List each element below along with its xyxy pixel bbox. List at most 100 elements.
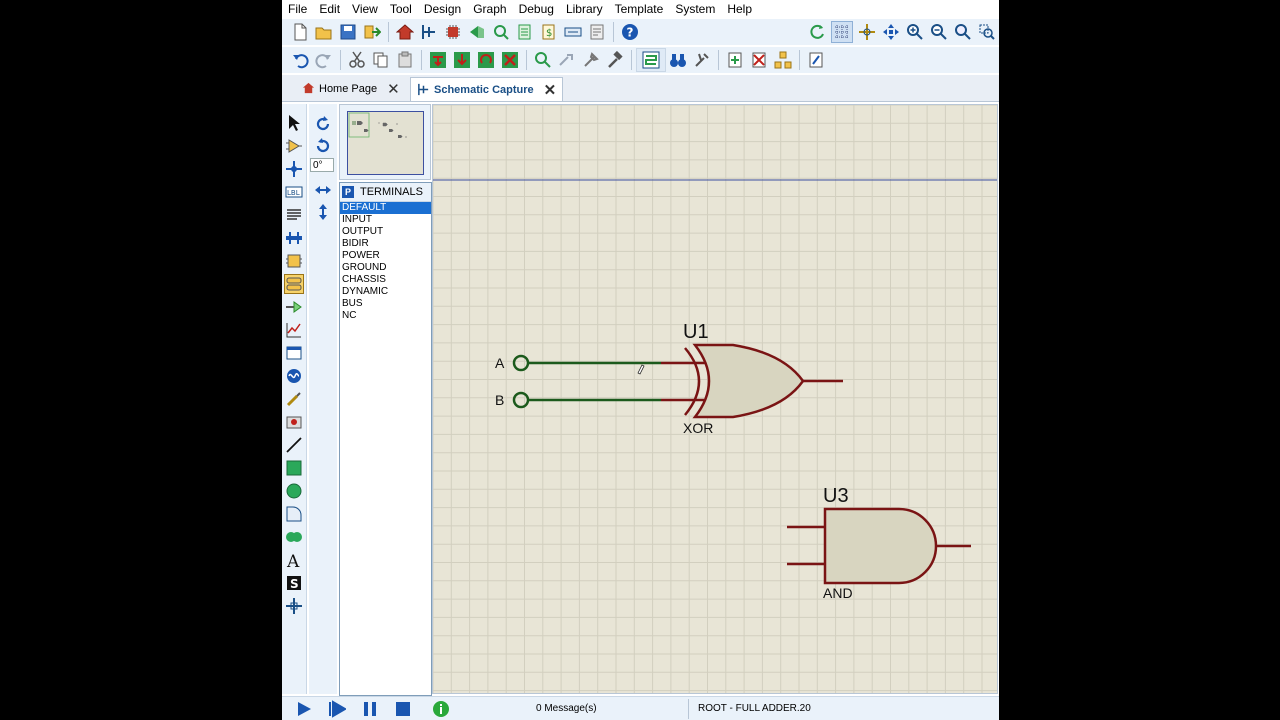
menu-system[interactable]: System (669, 0, 721, 19)
wire-autorouter-button[interactable] (641, 50, 661, 70)
list-item[interactable]: DYNAMIC (340, 286, 431, 298)
circle-tool-button[interactable] (284, 481, 304, 501)
tab-home-page[interactable]: Home Page ✕ (296, 77, 406, 100)
design-explorer-button[interactable]: $ (539, 22, 559, 42)
component-mode-button[interactable] (284, 136, 304, 156)
make-device-button[interactable] (557, 50, 577, 70)
help-button[interactable]: ? (620, 22, 640, 42)
rotate-clockwise-button[interactable] (313, 114, 333, 134)
3d-viewer-button[interactable] (467, 22, 487, 42)
text-script-button[interactable] (284, 205, 304, 225)
rotation-angle-input[interactable]: 0° (310, 158, 334, 172)
paste-button[interactable] (395, 50, 415, 70)
bus-button[interactable] (284, 228, 304, 248)
refresh-button[interactable] (807, 22, 827, 42)
list-item[interactable]: BUS (340, 298, 431, 310)
bill-of-materials-button[interactable] (515, 22, 535, 42)
play-button[interactable] (295, 700, 313, 718)
new-sheet-button[interactable] (725, 50, 745, 70)
delete-sheet-button[interactable] (749, 50, 769, 70)
pick-devices-button[interactable]: P (342, 186, 354, 198)
menu-help[interactable]: Help (721, 0, 758, 19)
subcircuit-button[interactable] (284, 251, 304, 271)
gerber-viewer-button[interactable] (491, 22, 511, 42)
text-tool-button[interactable]: A (284, 550, 304, 570)
list-item[interactable]: NC (340, 310, 431, 322)
block-rotate-button[interactable] (476, 50, 496, 70)
xor-gate[interactable]: U1 XOR (661, 321, 843, 436)
menu-edit[interactable]: Edit (313, 0, 346, 19)
schematic-canvas[interactable]: A B U1 XOR U3 AND (432, 104, 998, 694)
mirror-horizontal-button[interactable] (313, 180, 333, 200)
message-count[interactable]: 0 Message(s) (536, 703, 597, 714)
false-origin-button[interactable] (857, 22, 877, 42)
zoom-in-button[interactable] (905, 22, 925, 42)
list-item[interactable]: DEFAULT (340, 202, 431, 214)
list-item[interactable]: CHASSIS (340, 274, 431, 286)
menu-design[interactable]: Design (418, 0, 467, 19)
menu-graph[interactable]: Graph (467, 0, 512, 19)
terminals-mode-button[interactable] (284, 274, 304, 294)
open-file-button[interactable] (314, 22, 334, 42)
redo-button[interactable] (314, 50, 334, 70)
selection-mode-button[interactable] (284, 113, 304, 133)
new-file-button[interactable] (290, 22, 310, 42)
junction-dot-button[interactable] (284, 159, 304, 179)
menu-template[interactable]: Template (609, 0, 670, 19)
step-button[interactable] (328, 700, 347, 718)
decompose-button[interactable] (605, 50, 625, 70)
rotate-anticlockwise-button[interactable] (313, 136, 333, 156)
notes-button[interactable] (587, 22, 607, 42)
toggle-grid-button[interactable] (831, 21, 853, 43)
menu-file[interactable]: File (282, 0, 313, 19)
box-tool-button[interactable] (284, 458, 304, 478)
exit-to-parent-button[interactable] (773, 50, 793, 70)
pcb-layout-button[interactable] (443, 22, 463, 42)
pan-button[interactable] (881, 22, 901, 42)
overview-map[interactable] (347, 111, 424, 175)
import-button[interactable] (362, 22, 382, 42)
graph-mode-button[interactable] (284, 320, 304, 340)
property-assignment-button[interactable] (692, 50, 712, 70)
list-item[interactable]: BIDIR (340, 238, 431, 250)
symbol-tool-button[interactable]: S (284, 573, 304, 593)
mirror-vertical-button[interactable] (313, 202, 333, 222)
list-item[interactable]: GROUND (340, 262, 431, 274)
block-copy-button[interactable] (428, 50, 448, 70)
and-gate[interactable]: U3 AND (787, 485, 971, 601)
tape-recorder-button[interactable] (284, 343, 304, 363)
packaging-tool-button[interactable] (581, 50, 601, 70)
zoom-all-button[interactable] (953, 22, 973, 42)
home-page-button[interactable] (395, 22, 415, 42)
voltage-probe-button[interactable] (284, 389, 304, 409)
close-icon[interactable]: ✕ (387, 80, 400, 98)
terminal-a[interactable]: A (495, 354, 661, 372)
arc-tool-button[interactable] (284, 504, 304, 524)
wire-label-button[interactable]: LBL (284, 182, 304, 202)
schematic-capture-button[interactable] (419, 22, 439, 42)
tab-schematic-capture[interactable]: Schematic Capture ✕ (410, 77, 564, 101)
block-delete-button[interactable] (500, 50, 520, 70)
datasheet-button[interactable] (563, 22, 583, 42)
messages-button[interactable] (432, 700, 450, 718)
zoom-out-button[interactable] (929, 22, 949, 42)
list-item[interactable]: OUTPUT (340, 226, 431, 238)
zoom-area-button[interactable] (977, 22, 997, 42)
terminal-b[interactable]: B (495, 391, 661, 409)
generator-mode-button[interactable] (284, 366, 304, 386)
path-tool-button[interactable] (284, 527, 304, 547)
stop-button[interactable] (394, 700, 412, 718)
copy-button[interactable] (371, 50, 391, 70)
undo-button[interactable] (290, 50, 310, 70)
list-item[interactable]: INPUT (340, 214, 431, 226)
device-pins-button[interactable] (284, 297, 304, 317)
menu-library[interactable]: Library (560, 0, 609, 19)
list-item[interactable]: POWER (340, 250, 431, 262)
close-icon[interactable]: ✕ (544, 81, 557, 99)
line-tool-button[interactable] (284, 435, 304, 455)
save-button[interactable] (338, 22, 358, 42)
search-tag-button[interactable] (668, 50, 688, 70)
overview-window[interactable] (339, 104, 431, 180)
pick-parts-button[interactable] (533, 50, 553, 70)
cut-button[interactable] (347, 50, 367, 70)
